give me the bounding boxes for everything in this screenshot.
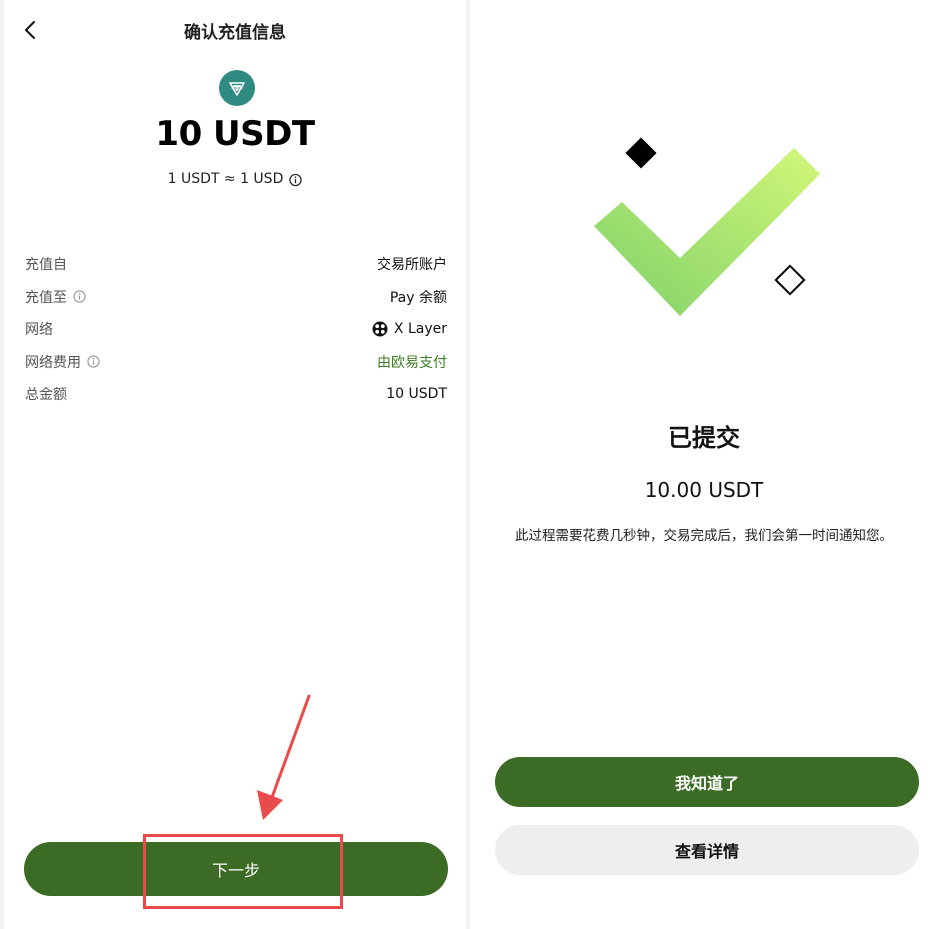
exchange-rate-text: 1 USDT ≈ 1 USD [167, 171, 284, 187]
deposit-details-list: 充值自 交易所账户 充值至 Pay 余额 网络 X Layer 网络费用 由欧易… [25, 248, 447, 411]
detail-label: 网络 [25, 322, 53, 339]
detail-label-wrap: 网络费用 [25, 352, 100, 372]
x-layer-icon [372, 321, 388, 337]
view-details-button[interactable]: 查看详情 [495, 825, 919, 875]
detail-row-from: 充值自 交易所账户 [25, 248, 447, 281]
page-title: 确认充值信息 [184, 23, 286, 43]
detail-value: Pay 余额 [389, 289, 447, 306]
submitted-amount: 10.00 USDT [644, 478, 764, 502]
detail-row-to: 充值至 Pay 余额 [25, 281, 447, 314]
info-icon[interactable] [87, 355, 100, 368]
usdt-token-icon [219, 70, 255, 106]
detail-row-network-fee: 网络费用 由欧易支付 [25, 346, 447, 379]
submitted-panel: 已提交 10.00 USDT 此过程需要花费几秒钟，交易完成后，我们会第一时间通… [470, 0, 938, 929]
next-step-button[interactable]: 下一步 [24, 842, 448, 896]
diamond-outline-icon [774, 264, 806, 296]
detail-value: 10 USDT [386, 386, 447, 403]
confirm-deposit-panel: 确认充值信息 10 USDT 1 USDT ≈ 1 USD 充值自 交易所账户 … [4, 0, 466, 929]
detail-label: 充值自 [25, 257, 67, 274]
annotation-arrow [257, 694, 311, 820]
detail-label-wrap: 充值至 [25, 287, 86, 307]
exchange-rate: 1 USDT ≈ 1 USD [4, 171, 466, 187]
detail-row-total: 总金额 10 USDT [25, 378, 447, 411]
info-icon[interactable] [289, 173, 303, 186]
got-it-button[interactable]: 我知道了 [495, 757, 919, 807]
detail-value: 交易所账户 [377, 257, 447, 274]
submitted-description: 此过程需要花费几秒钟，交易完成后，我们会第一时间通知您。 [515, 528, 893, 544]
info-icon[interactable] [73, 290, 86, 303]
submitted-title: 已提交 [668, 424, 740, 452]
detail-label: 充值至 [25, 289, 67, 306]
detail-label: 网络费用 [25, 354, 81, 371]
detail-label: 总金额 [25, 387, 67, 404]
success-check-illustration [594, 137, 820, 316]
detail-row-network: 网络 X Layer [25, 313, 447, 346]
deposit-amount: 10 USDT [155, 114, 315, 154]
diamond-filled-icon [625, 137, 657, 169]
detail-value-wrap: X Layer [372, 321, 447, 337]
detail-value: X Layer [393, 321, 447, 338]
detail-value: 由欧易支付 [377, 354, 447, 371]
